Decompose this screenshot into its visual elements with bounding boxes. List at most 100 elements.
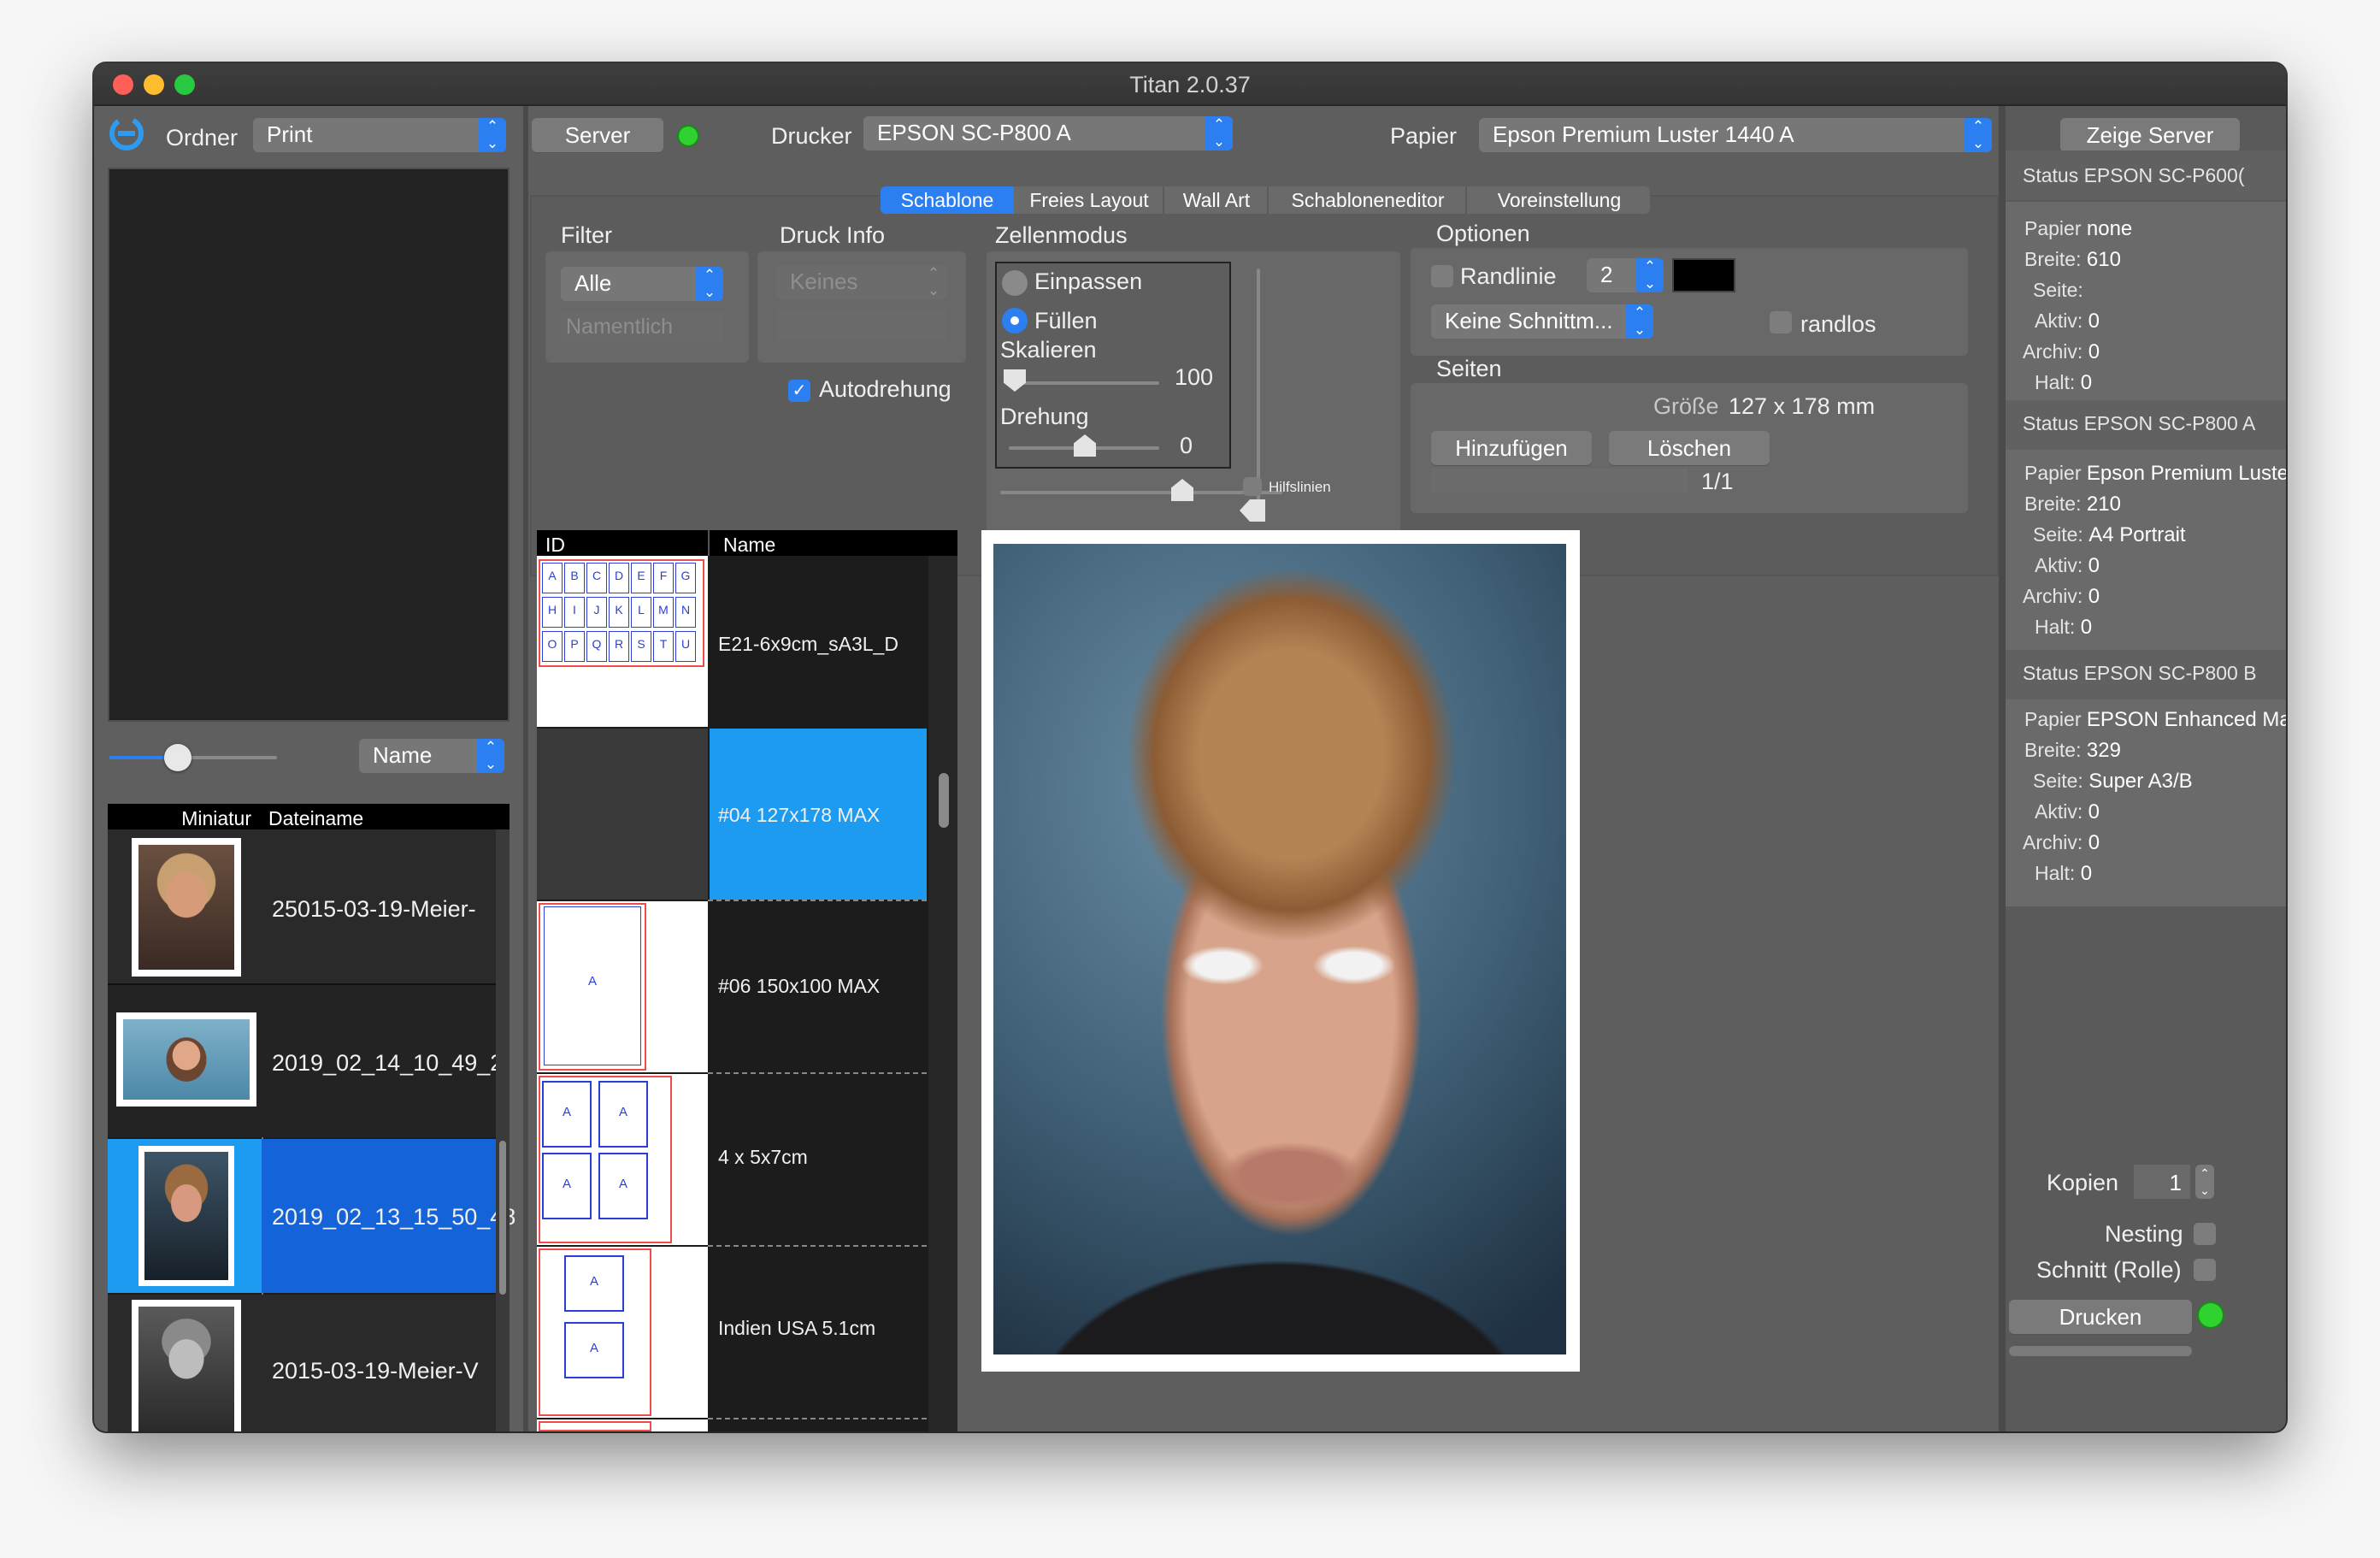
column-header-name[interactable]: Name — [708, 530, 957, 556]
status-paper-label: Papier — [2024, 462, 2082, 484]
printer-select[interactable]: EPSON SC-P800 A ⌃ ⌄ — [863, 116, 1233, 150]
status-page-label: Seite: — [2033, 523, 2083, 546]
tab-wall-art[interactable]: Wall Art — [1166, 186, 1269, 214]
printer-status-title: Status EPSON SC-P800 B — [2023, 662, 2257, 684]
print-info-title: Druck Info — [780, 222, 886, 248]
fill-radio[interactable] — [1002, 308, 1028, 333]
fill-label: Füllen — [1034, 308, 1098, 333]
folder-select[interactable]: Print ⌃ ⌄ — [253, 118, 506, 152]
name-filter-input[interactable]: Namentlich — [561, 311, 723, 342]
paper-select[interactable]: Epson Premium Luster 1440 A ⌃ ⌄ — [1479, 118, 1992, 152]
tab-template-editor[interactable]: Schabloneneditor — [1270, 186, 1467, 214]
guides-checkbox[interactable] — [1243, 477, 1262, 496]
column-header-thumbnail[interactable]: Miniatur — [108, 804, 262, 829]
panel-splitter[interactable] — [1999, 106, 2006, 1431]
template-cell: A — [564, 1322, 624, 1378]
template-grid-cell: N — [675, 597, 696, 628]
window-title: Titan 2.0.37 — [1129, 72, 1251, 97]
print-info-select[interactable]: Keines ⌃ ⌄ — [776, 265, 947, 299]
select-arrows-icon: ⌃ ⌄ — [1965, 118, 1992, 152]
status-page-label: Seite: — [2033, 770, 2083, 792]
status-paper-value: Epson Premium Luste — [2086, 462, 2286, 485]
template-grid-cell: U — [675, 631, 696, 662]
template-grid-cell: K — [609, 597, 629, 628]
stepper-arrows-icon: ⌃ ⌄ — [1636, 258, 1664, 292]
status-page-value: A4 Portrait — [2088, 523, 2186, 546]
printer-status-title: Status EPSON SC-P800 A — [2023, 412, 2256, 434]
horizontal-position-slider[interactable] — [1000, 491, 1282, 494]
folder-tree[interactable] — [108, 168, 510, 722]
print-button[interactable]: Drucken — [2009, 1300, 2192, 1334]
portrait-photo[interactable] — [993, 544, 1566, 1354]
show-server-button[interactable]: Zeige Server — [2060, 118, 2240, 152]
scale-value: 100 — [1175, 364, 1214, 390]
filter-select-value: Alle — [574, 270, 612, 296]
template-outline — [539, 1421, 651, 1431]
template-cell: A — [598, 1081, 648, 1148]
rotation-label: Drehung — [1000, 404, 1089, 429]
autorotate-checkbox[interactable]: ✓ — [788, 380, 810, 402]
status-width-label: Breite: — [2024, 493, 2082, 515]
guides-label: Hilfslinien — [1269, 479, 1331, 495]
paper-select-value: Epson Premium Luster 1440 A — [1493, 121, 1794, 147]
status-width-value: 610 — [2086, 248, 2121, 271]
select-arrows-icon: ⌃ ⌄ — [479, 118, 506, 152]
folder-label: Ordner — [166, 125, 239, 150]
filter-select[interactable]: Alle ⌃ ⌄ — [561, 267, 723, 301]
paper-label: Papier — [1390, 123, 1458, 149]
delete-page-button[interactable]: Löschen — [1609, 431, 1770, 465]
template-name: 4 x 5x7cm — [718, 1146, 808, 1168]
file-thumbnail-3 — [138, 1146, 234, 1286]
status-paper-label: Papier — [2024, 708, 2082, 730]
page-scrubber[interactable] — [1431, 469, 1688, 493]
status-hold-label: Halt: — [2035, 371, 2076, 393]
border-width-stepper[interactable]: 2 ⌃ ⌄ — [1587, 258, 1664, 292]
page-indicator: 1/1 — [1701, 469, 1734, 494]
roll-cut-checkbox[interactable] — [2194, 1259, 2216, 1281]
status-active-label: Aktiv: — [2035, 310, 2083, 332]
nesting-checkbox[interactable] — [2194, 1223, 2216, 1245]
tab-template[interactable]: Schablone — [881, 186, 1014, 214]
template-preview-2[interactable] — [537, 729, 708, 900]
printer-status-title: Status EPSON SC-P600( — [2023, 164, 2245, 186]
fit-radio[interactable] — [1002, 270, 1028, 296]
border-color-swatch[interactable] — [1672, 258, 1735, 292]
file-table-scroll-thumb[interactable] — [499, 1141, 506, 1295]
titan-logo-icon — [108, 115, 145, 152]
cut-marks-select[interactable]: Keine Schnittm... ⌃ ⌄ — [1431, 304, 1653, 339]
print-info-field[interactable] — [776, 310, 947, 340]
rotation-value: 0 — [1180, 433, 1193, 458]
sort-select[interactable]: Name ⌃ ⌄ — [359, 739, 504, 773]
print-status-indicator — [2199, 1303, 2223, 1327]
status-archive-label: Archiv: — [2023, 831, 2083, 853]
border-line-checkbox[interactable] — [1431, 265, 1453, 287]
tab-presets[interactable]: Voreinstellung — [1469, 186, 1650, 214]
panel-splitter[interactable] — [523, 106, 528, 1431]
file-name: 2019_02_13_15_50_48 — [272, 1204, 516, 1230]
file-thumbnail-1 — [132, 838, 241, 977]
file-thumbnail-4 — [132, 1300, 241, 1431]
add-page-button[interactable]: Hinzufügen — [1431, 431, 1592, 465]
file-table-scrollbar[interactable] — [496, 829, 510, 1431]
template-list-scrollbar[interactable] — [928, 556, 957, 1431]
column-header-filename[interactable]: Dateiname — [262, 804, 510, 829]
status-hold-label: Halt: — [2035, 862, 2076, 884]
size-label: Größe — [1653, 393, 1719, 419]
borderless-checkbox[interactable] — [1770, 311, 1792, 333]
copies-input[interactable]: 1 — [2134, 1165, 2190, 1199]
template-grid-cell: B — [564, 563, 585, 593]
server-button[interactable]: Server — [532, 118, 663, 152]
options-title: Optionen — [1436, 221, 1530, 246]
server-status-indicator — [679, 127, 698, 145]
tab-free-layout[interactable]: Freies Layout — [1016, 186, 1164, 214]
template-list-scroll-thumb[interactable] — [939, 773, 949, 828]
column-header-id[interactable]: ID — [537, 530, 708, 556]
status-hold-value: 0 — [2080, 616, 2093, 639]
copies-stepper[interactable]: ⌃ ⌄ — [2195, 1165, 2214, 1199]
status-page-value: Super A3/B — [2088, 770, 2193, 793]
template-grid-cell: H — [542, 597, 563, 628]
status-archive-label: Archiv: — [2023, 585, 2083, 607]
thumbnail-size-slider-knob[interactable] — [164, 744, 191, 771]
scale-slider[interactable] — [1009, 381, 1159, 385]
template-grid-cell: O — [542, 631, 563, 662]
